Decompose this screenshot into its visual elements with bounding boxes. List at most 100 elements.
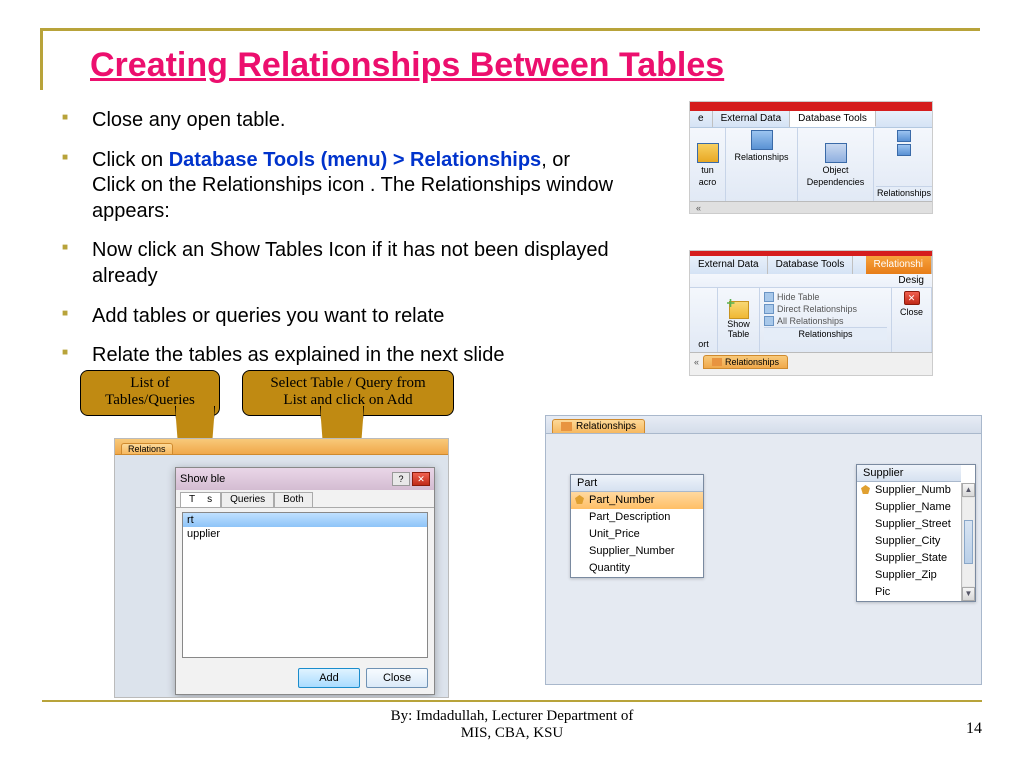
label: Table [728,329,750,339]
relationships-canvas[interactable]: Part Part_Number Part_Description Unit_P… [546,434,981,684]
field-item[interactable]: Pic [857,584,961,601]
label: Show [727,319,750,329]
group-import: ort [690,288,718,352]
direct-rel-icon [764,304,774,314]
close-button[interactable]: Close [366,668,428,688]
bullet-item: Relate the tables as explained in the ne… [62,343,617,369]
label: Direct Relationships [777,304,857,314]
field-item[interactable]: Supplier_State [857,550,961,567]
list-item[interactable]: upplier [183,527,427,541]
table-header[interactable]: Part [571,475,703,492]
small-icon[interactable] [897,130,911,142]
label: Hide Table [777,292,819,302]
table-supplier[interactable]: Supplier Supplier_Numb Supplier_Name Sup… [856,464,976,602]
collapse-icon[interactable]: « [694,357,699,367]
label: Dependencies [807,177,865,187]
dialog-titlebar[interactable]: Show ble ? ✕ [176,468,434,490]
field-item[interactable]: Part_Number [571,492,703,509]
dialog-tabs: Ts Queries Both [176,490,434,508]
field-item[interactable]: Supplier_City [857,533,961,550]
label: Object [822,165,848,175]
relationships-tab[interactable]: Relations [121,443,173,454]
table-part[interactable]: Part Part_Number Part_Description Unit_P… [570,474,704,578]
nav-collapse-bar: « [690,201,932,214]
hide-table-button[interactable]: Hide Table [764,292,887,302]
scrollbar[interactable]: ▲ ▼ [961,483,975,601]
scroll-thumb[interactable] [964,520,973,564]
tab-relationship-tools[interactable]: Relationshi [866,256,932,274]
document-tabs: Relationships [546,416,981,434]
ribbon-accent [690,102,932,111]
tab[interactable]: e [690,111,713,127]
menu-path: Database Tools (menu) > Relationships [169,149,541,171]
label: Relationships [725,357,779,367]
ribbon-groups: tun acro Relationships . Object Dependen… [690,128,932,201]
group-relationships-btn[interactable]: Relationships . [726,128,798,201]
callout-line: Select Table / Query from [249,375,447,392]
bullet-item: Click on Database Tools (menu) > Relatio… [62,148,617,225]
direct-relationships-button[interactable]: Direct Relationships [764,304,887,314]
add-button[interactable]: Add [298,668,360,688]
tab-external-data[interactable]: External Data [690,256,768,274]
label: Close [900,307,923,317]
field-item[interactable]: Supplier_Zip [857,567,961,584]
label: T [189,494,195,505]
relationships-tab-icon [561,422,572,431]
relationships-window: Relationships Part Part_Number Part_Desc… [545,415,982,685]
ribbon-database-tools: e External Data Database Tools tun acro … [689,101,933,214]
document-tabs: « Relationships [690,352,932,370]
show-table-button[interactable]: Show Table [718,288,760,352]
scroll-track[interactable] [963,498,974,586]
field-item[interactable]: Supplier_Numb [857,482,961,499]
label: Relationships [734,152,788,162]
group-label: Relationships [764,327,887,340]
text: Click on [92,149,169,171]
group-object-deps[interactable]: Object Dependencies [798,128,874,201]
close-icon: ✕ [904,291,920,305]
page-number: 14 [966,720,982,738]
collapse-icon[interactable]: « [696,203,701,213]
group-relationships-opts: Hide Table Direct Relationships All Rela… [760,288,892,352]
group-extra: Relationships [874,128,933,201]
field-item[interactable]: Supplier_Number [571,543,703,560]
field-item[interactable]: Supplier_Street [857,516,961,533]
object-dependencies-icon [825,143,847,163]
label: Relationships [576,421,636,432]
tab-database-tools[interactable]: Database Tools [768,256,854,274]
page-title: Creating Relationships Between Tables [90,46,724,85]
field-item[interactable]: Part_Description [571,509,703,526]
help-button[interactable]: ? [392,472,410,486]
close-button[interactable]: ✕ Close [892,288,932,352]
small-icon[interactable] [897,144,911,156]
tab-database-tools[interactable]: Database Tools [790,111,876,127]
slide: Creating Relationships Between Tables Cl… [0,0,1024,768]
tab-external-data[interactable]: External Data [713,111,791,127]
scroll-up-icon[interactable]: ▲ [962,483,975,497]
ribbon-tabs: External Data Database Tools Relationshi [690,256,932,274]
frame-left [40,28,43,90]
all-relationships-button[interactable]: All Relationships [764,316,887,326]
tab-design[interactable]: Desig [890,274,932,287]
close-button[interactable]: ✕ [412,472,430,486]
label: tun [701,165,714,175]
relationships-tab[interactable]: Relationships [552,419,645,433]
tab-both[interactable]: Both [274,492,313,507]
dialog-buttons: Add Close [298,668,428,688]
field-item[interactable]: Unit_Price [571,526,703,543]
table-listbox[interactable]: rt upplier [182,512,428,658]
field-item[interactable]: Supplier_Name [857,499,961,516]
show-table-screenshot: Relations Show ble ? ✕ Ts Queries Both r… [114,438,449,698]
relationships-tab[interactable]: Relationships [703,355,788,369]
group-label: Relationships [876,186,932,199]
tab-tables[interactable]: Ts [180,492,221,507]
dialog-title: Show ble [180,473,225,485]
list-item[interactable]: rt [183,513,427,527]
scroll-down-icon[interactable]: ▼ [962,587,975,601]
field-item[interactable]: Quantity [571,560,703,577]
macro-icon[interactable] [697,143,719,163]
frame-bottom [42,700,982,702]
tab-queries[interactable]: Queries [221,492,274,507]
ribbon-groups: ort Show Table Hide Table Direct Relatio… [690,288,932,352]
table-header[interactable]: Supplier [857,465,961,482]
show-table-icon [729,301,749,319]
